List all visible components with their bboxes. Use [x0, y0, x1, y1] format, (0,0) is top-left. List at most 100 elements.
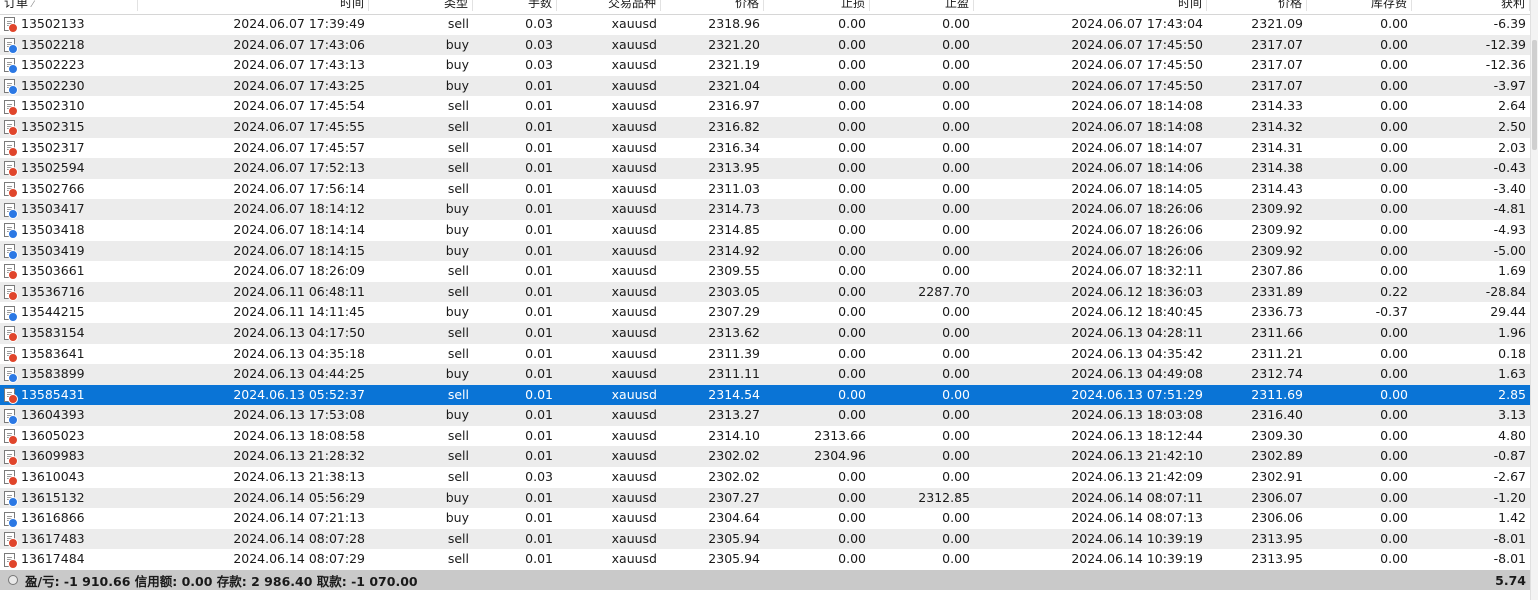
table-row[interactable]: 13604393 2024.06.13 17:53:08 buy 0.01 xauusd…: [0, 405, 1530, 426]
cell-take-profit: 0.00: [942, 386, 970, 402]
table-row[interactable]: 13583641 2024.06.13 04:35:18 sell 0.01 xauus…: [0, 344, 1530, 365]
cell-close-time: 2024.06.13 07:51:29: [1071, 386, 1203, 402]
cell-close-time: 2024.06.07 17:43:04: [1071, 16, 1203, 31]
table-row[interactable]: 13502223 2024.06.07 17:43:13 buy 0.03 xauusd…: [0, 55, 1530, 76]
cell-swap: 0.00: [1380, 345, 1408, 361]
cell-lots: 0.01: [525, 139, 553, 155]
column-header-label: 库存费: [1370, 0, 1407, 10]
table-row[interactable]: 13502230 2024.06.07 17:43:25 buy 0.01 xauusd…: [0, 75, 1530, 97]
cell-profit: -4.93: [1493, 221, 1526, 237]
table-row[interactable]: 13615132 2024.06.14 05:56:29 buy 0.01 xauusd…: [0, 487, 1530, 509]
cell-take-profit: 0.00: [942, 77, 970, 93]
scrollbar-thumb[interactable]: [1532, 40, 1537, 150]
column-header-symbol[interactable]: 交易品种: [557, 0, 661, 11]
cell-close-price: 2307.86: [1251, 263, 1303, 279]
cell-symbol: xauusd: [611, 427, 657, 443]
cell-symbol: xauusd: [611, 304, 657, 320]
cell-stop-loss: 0.00: [838, 263, 866, 279]
cell-open-time: 2024.06.07 17:56:14: [233, 180, 365, 196]
cell-trade-type: buy: [445, 77, 469, 93]
column-header-order-number[interactable]: 订单 ⁄: [0, 0, 138, 11]
column-header-close-time[interactable]: 时间: [974, 0, 1207, 11]
cell-take-profit: 0.00: [942, 304, 970, 320]
sell-indicator-icon: [8, 23, 18, 34]
sell-indicator-icon: [8, 393, 18, 404]
order-document-icon: [4, 532, 18, 549]
cell-swap: 0.00: [1380, 407, 1408, 423]
column-header-trade-type[interactable]: 类型: [369, 0, 473, 11]
table-row[interactable]: 13502218 2024.06.07 17:43:06 buy 0.03 xauusd…: [0, 34, 1530, 56]
cell-swap: 0.00: [1380, 98, 1408, 114]
cell-open-time: 2024.06.07 17:39:49: [233, 16, 365, 31]
cell-symbol: xauusd: [611, 36, 657, 52]
cell-swap: 0.00: [1380, 469, 1408, 485]
buy-indicator-icon: [8, 373, 18, 384]
table-row[interactable]: 13502766 2024.06.07 17:56:14 sell 0.01 xauus…: [0, 179, 1530, 200]
cell-open-time: 2024.06.13 21:28:32: [233, 448, 365, 464]
column-header-lots[interactable]: 手数: [473, 0, 557, 11]
table-row[interactable]: 13503418 2024.06.07 18:14:14 buy 0.01 xauusd…: [0, 220, 1530, 241]
table-row[interactable]: 13503419 2024.06.07 18:14:15 buy 0.01 xauusd…: [0, 240, 1530, 262]
column-header-take-profit[interactable]: 止盈: [870, 0, 974, 11]
cell-take-profit: 0.00: [942, 118, 970, 134]
column-header-swap[interactable]: 库存费: [1307, 0, 1412, 11]
cell-stop-loss: 0.00: [838, 551, 866, 567]
cell-profit: 2.03: [1498, 139, 1526, 155]
cell-profit: -0.87: [1493, 448, 1526, 464]
column-header-label: 价格: [1277, 0, 1302, 10]
cell-close-time: 2024.06.07 18:14:07: [1071, 139, 1203, 155]
column-header-profit[interactable]: 获利: [1412, 0, 1530, 11]
table-row[interactable]: 13616866 2024.06.14 07:21:13 buy 0.01 xauusd…: [0, 508, 1530, 529]
cell-order-number: 13502223: [0, 55, 138, 76]
cell-order-number: 13616866: [0, 508, 138, 529]
buy-indicator-icon: [8, 64, 18, 75]
column-header-open-time[interactable]: 时间: [138, 0, 369, 11]
table-row[interactable]: 13609983 2024.06.13 21:28:32 sell 0.01 xauus…: [0, 446, 1530, 468]
cell-open-price: 2321.20: [708, 36, 760, 52]
order-number-text: 13610043: [21, 469, 85, 485]
table-row[interactable]: 13502594 2024.06.07 17:52:13 sell 0.01 xauus…: [0, 158, 1530, 179]
order-document-icon: [4, 387, 18, 404]
table-row[interactable]: 13610043 2024.06.13 21:38:13 sell 0.03 xauus…: [0, 467, 1530, 488]
table-row[interactable]: 13585431 2024.06.13 05:52:37 sell 0.01 xauus…: [0, 384, 1530, 406]
vertical-scrollbar[interactable]: [1530, 0, 1538, 600]
cell-close-time: 2024.06.07 18:26:06: [1071, 201, 1203, 217]
cell-stop-loss: 0.00: [838, 345, 866, 361]
table-row[interactable]: 13536716 2024.06.11 06:48:11 sell 0.01 xauus…: [0, 281, 1530, 303]
cell-lots: 0.01: [525, 304, 553, 320]
table-row[interactable]: 13583154 2024.06.13 04:17:50 sell 0.01 xauus…: [0, 322, 1530, 344]
column-header-label: 订单: [4, 0, 29, 10]
cell-trade-type: buy: [445, 57, 469, 73]
table-row[interactable]: 13605023 2024.06.13 18:08:58 sell 0.01 xauus…: [0, 426, 1530, 447]
column-header-stop-loss[interactable]: 止损: [764, 0, 870, 11]
cell-swap: 0.00: [1380, 366, 1408, 382]
column-header-open-price[interactable]: 价格: [661, 0, 764, 11]
order-document-icon: [4, 490, 18, 507]
cell-take-profit: 2312.85: [918, 489, 970, 505]
cell-open-price: 2314.85: [708, 221, 760, 237]
column-header-label: 获利: [1500, 0, 1525, 10]
order-document-icon: [4, 305, 18, 322]
table-row[interactable]: 13617483 2024.06.14 08:07:28 sell 0.01 xauus…: [0, 528, 1530, 550]
table-row[interactable]: 13502133 2024.06.07 17:39:49 sell 0.03 xauus…: [0, 14, 1530, 35]
cell-stop-loss: 2304.96: [814, 448, 866, 464]
order-number-text: 13617484: [21, 551, 85, 567]
cell-trade-type: buy: [445, 304, 469, 320]
cell-stop-loss: 0.00: [838, 242, 866, 258]
table-row[interactable]: 13503417 2024.06.07 18:14:12 buy 0.01 xauusd…: [0, 199, 1530, 220]
table-row[interactable]: 13583899 2024.06.13 04:44:25 buy 0.01 xauusd…: [0, 364, 1530, 385]
table-row[interactable]: 13617484 2024.06.14 08:07:29 sell 0.01 xauus…: [0, 549, 1530, 570]
cell-swap: 0.00: [1380, 180, 1408, 196]
sell-indicator-icon: [8, 105, 18, 116]
order-document-icon: [4, 202, 18, 219]
column-header-close-price[interactable]: 价格: [1207, 0, 1307, 11]
cell-stop-loss: 0.00: [838, 469, 866, 485]
cell-profit: 2.50: [1498, 118, 1526, 134]
order-number-text: 13503419: [21, 242, 85, 258]
cell-trade-type: buy: [445, 407, 469, 423]
table-row[interactable]: 13502310 2024.06.07 17:45:54 sell 0.01 xauus…: [0, 96, 1530, 117]
table-row[interactable]: 13502317 2024.06.07 17:45:57 sell 0.01 xauus…: [0, 138, 1530, 159]
table-row[interactable]: 13544215 2024.06.11 14:11:45 buy 0.01 xauusd…: [0, 302, 1530, 323]
table-row[interactable]: 13502315 2024.06.07 17:45:55 sell 0.01 xauus…: [0, 116, 1530, 138]
table-row[interactable]: 13503661 2024.06.07 18:26:09 sell 0.01 xauus…: [0, 261, 1530, 282]
